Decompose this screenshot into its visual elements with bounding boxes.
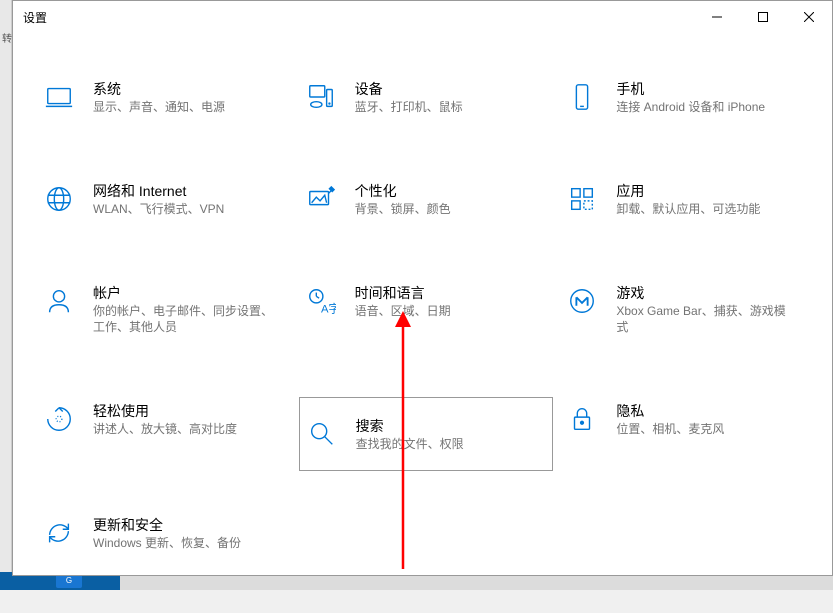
category-gaming[interactable]: 游戏 Xbox Game Bar、捕获、游戏模式 <box>560 279 822 339</box>
apps-icon <box>564 181 600 217</box>
update-desc: Windows 更新、恢复、备份 <box>93 535 241 551</box>
accounts-desc: 你的帐户、电子邮件、同步设置、工作、其他人员 <box>93 303 273 335</box>
ease-desc: 讲述人、放大镜、高对比度 <box>93 421 237 437</box>
svg-text:A字: A字 <box>321 301 336 315</box>
apps-desc: 卸载、默认应用、可选功能 <box>616 201 760 217</box>
network-desc: WLAN、飞行模式、VPN <box>93 201 224 217</box>
phone-icon <box>564 79 600 115</box>
devices-title: 设备 <box>355 79 463 99</box>
time-language-title: 时间和语言 <box>355 283 451 303</box>
time-language-icon: A字 <box>303 283 339 319</box>
system-title: 系统 <box>93 79 225 99</box>
content-area: 系统 显示、声音、通知、电源 设备 蓝牙、打印机、鼠标 <box>13 33 832 575</box>
devices-desc: 蓝牙、打印机、鼠标 <box>355 99 463 115</box>
minimize-icon <box>712 12 722 22</box>
category-privacy[interactable]: 隐私 位置、相机、麦克风 <box>560 397 822 471</box>
background-edge-left: 转 <box>0 0 12 590</box>
personalization-title: 个性化 <box>355 181 451 201</box>
close-icon <box>804 12 814 22</box>
personalization-desc: 背景、锁屏、颜色 <box>355 201 451 217</box>
minimize-button[interactable] <box>694 1 740 33</box>
settings-window: 设置 系统 显示、声音、通知、 <box>12 0 833 576</box>
bg-char: 转 <box>2 30 12 45</box>
category-phone[interactable]: 手机 连接 Android 设备和 iPhone <box>560 75 822 119</box>
maximize-button[interactable] <box>740 1 786 33</box>
system-desc: 显示、声音、通知、电源 <box>93 99 225 115</box>
category-personalization[interactable]: 个性化 背景、锁屏、颜色 <box>299 177 561 221</box>
gaming-title: 游戏 <box>616 283 796 303</box>
privacy-title: 隐私 <box>616 401 724 421</box>
ease-of-access-icon <box>41 401 77 437</box>
apps-title: 应用 <box>616 181 760 201</box>
privacy-desc: 位置、相机、麦克风 <box>616 421 724 437</box>
search-icon <box>304 416 340 452</box>
accounts-icon <box>41 283 77 319</box>
network-title: 网络和 Internet <box>93 181 224 201</box>
update-security-icon <box>41 515 77 551</box>
update-title: 更新和安全 <box>93 515 241 535</box>
phone-desc: 连接 Android 设备和 iPhone <box>616 99 765 115</box>
category-network[interactable]: 网络和 Internet WLAN、飞行模式、VPN <box>37 177 299 221</box>
window-title: 设置 <box>23 9 47 26</box>
system-icon <box>41 79 77 115</box>
close-button[interactable] <box>786 1 832 33</box>
personalization-icon <box>303 181 339 217</box>
phone-title: 手机 <box>616 79 765 99</box>
search-title: 搜索 <box>356 416 464 436</box>
gaming-desc: Xbox Game Bar、捕获、游戏模式 <box>616 303 796 335</box>
category-ease-of-access[interactable]: 轻松使用 讲述人、放大镜、高对比度 <box>37 397 299 471</box>
maximize-icon <box>758 12 768 22</box>
category-time-language[interactable]: A字 时间和语言 语音、区域、日期 <box>299 279 561 339</box>
gaming-icon <box>564 283 600 319</box>
network-icon <box>41 181 77 217</box>
category-system[interactable]: 系统 显示、声音、通知、电源 <box>37 75 299 119</box>
accounts-title: 帐户 <box>93 283 273 303</box>
devices-icon <box>303 79 339 115</box>
category-devices[interactable]: 设备 蓝牙、打印机、鼠标 <box>299 75 561 119</box>
categories-grid: 系统 显示、声音、通知、电源 设备 蓝牙、打印机、鼠标 <box>37 75 822 613</box>
category-apps[interactable]: 应用 卸载、默认应用、可选功能 <box>560 177 822 221</box>
titlebar: 设置 <box>13 1 832 33</box>
time-language-desc: 语音、区域、日期 <box>355 303 451 319</box>
privacy-icon <box>564 401 600 437</box>
search-desc: 查找我的文件、权限 <box>356 436 464 452</box>
category-update-security[interactable]: 更新和安全 Windows 更新、恢复、备份 <box>37 511 302 555</box>
category-search[interactable]: 搜索 查找我的文件、权限 <box>299 397 554 471</box>
window-controls <box>694 1 832 33</box>
ease-title: 轻松使用 <box>93 401 237 421</box>
category-accounts[interactable]: 帐户 你的帐户、电子邮件、同步设置、工作、其他人员 <box>37 279 299 339</box>
